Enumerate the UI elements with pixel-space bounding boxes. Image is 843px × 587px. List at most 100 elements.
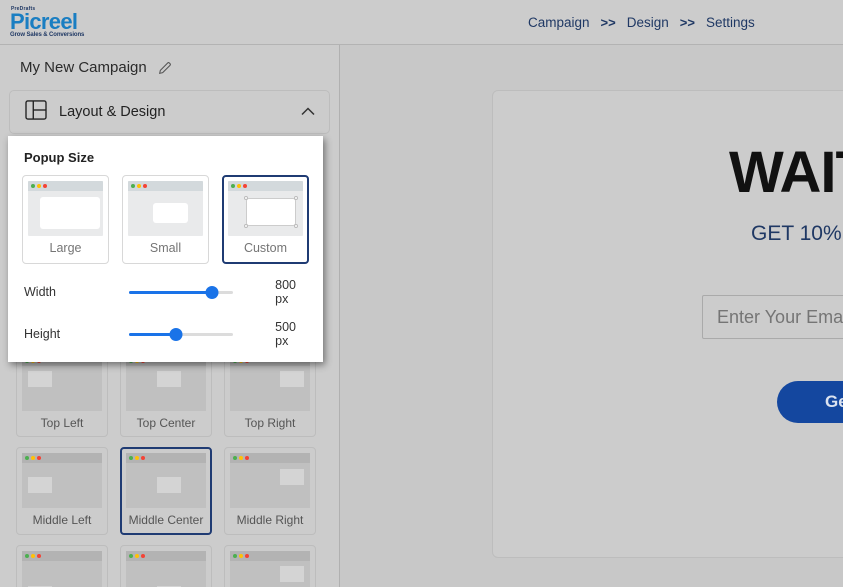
pencil-icon[interactable] [157, 60, 173, 76]
accordion-header[interactable]: Layout & Design [10, 91, 329, 133]
accordion-title: Layout & Design [59, 104, 166, 120]
get-offer-button[interactable]: Get Offer [777, 381, 843, 423]
mock-titlebar [28, 181, 103, 191]
dot-yellow-icon [135, 456, 139, 460]
width-value: 800 px [275, 278, 297, 306]
dot-red-icon [243, 184, 247, 188]
width-label: Width [24, 285, 56, 299]
top-bar: PreDrafts Picreel Grow Sales & Conversio… [0, 0, 843, 45]
dot-green-icon [233, 554, 237, 558]
size-thumbnail [28, 181, 103, 236]
dot-red-icon [141, 554, 145, 558]
dot-red-icon [245, 554, 249, 558]
dot-red-icon [37, 554, 41, 558]
mock-popup [40, 197, 100, 229]
position-thumbnail [230, 551, 310, 587]
popup-subheadline: GET 10% OFF [751, 222, 843, 245]
dot-yellow-icon [239, 456, 243, 460]
popup-size-label: Popup Size [24, 150, 95, 165]
popup-preview: WAIT! GET 10% OFF Get Offer [492, 90, 843, 558]
position-card-middle-left[interactable]: Middle Left [16, 447, 108, 535]
size-card-label: Large [49, 241, 82, 255]
slider-knob[interactable] [169, 327, 183, 341]
chevron-up-icon[interactable] [301, 103, 315, 121]
dot-yellow-icon [31, 456, 35, 460]
breadcrumb: Campaign >> Design >> Settings [528, 0, 755, 45]
email-field[interactable] [702, 295, 843, 339]
dot-green-icon [129, 456, 133, 460]
mock-titlebar [228, 181, 303, 191]
dot-red-icon [141, 456, 145, 460]
position-card-label: Top Right [244, 416, 296, 430]
preview-canvas: WAIT! GET 10% OFF Get Offer [341, 45, 843, 587]
position-thumbnail [230, 356, 310, 411]
dot-red-icon [37, 456, 41, 460]
breadcrumb-separator-1: >> [600, 15, 616, 30]
nav-item-campaign[interactable]: Campaign [528, 15, 590, 30]
dot-green-icon [31, 184, 35, 188]
position-card-label: Middle Right [236, 513, 304, 527]
position-thumbnail [126, 356, 206, 411]
position-card-top-center[interactable]: Top Center [120, 350, 212, 437]
mock-titlebar [126, 453, 206, 463]
page-title: My New Campaign [20, 59, 147, 76]
slider-fill [128, 290, 213, 294]
position-thumbnail [126, 453, 206, 508]
position-thumbnail [230, 453, 310, 508]
position-card-label: Top Left [40, 416, 84, 430]
position-thumbnail [22, 551, 102, 587]
dot-green-icon [25, 554, 29, 558]
mock-popup [157, 477, 181, 493]
layout-icon [25, 99, 47, 125]
position-thumbnail [22, 453, 102, 508]
logo-wordmark: Picreel [10, 8, 78, 34]
slider-knob[interactable] [205, 285, 219, 299]
dot-green-icon [129, 554, 133, 558]
position-card-top-right[interactable]: Top Right [224, 350, 316, 437]
nav-item-design[interactable]: Design [627, 15, 669, 30]
app-root: PreDrafts Picreel Grow Sales & Conversio… [0, 0, 843, 587]
popup-size-card-group: Large Small Custom [22, 175, 309, 264]
size-card-custom[interactable]: Custom [222, 175, 309, 264]
position-card-grid: Top Left Top Center Top Right Middle Lef… [0, 350, 330, 587]
size-card-small[interactable]: Small [122, 175, 209, 264]
dot-green-icon [25, 456, 29, 460]
mock-popup [280, 371, 304, 387]
position-card-bottom-center[interactable]: Bottom Center [120, 545, 212, 587]
position-card-label: Top Center [136, 416, 196, 430]
mock-titlebar [126, 551, 206, 561]
mock-popup [280, 469, 304, 485]
picreel-logo[interactable]: PreDrafts Picreel Grow Sales & Conversio… [10, 6, 100, 38]
dot-red-icon [245, 456, 249, 460]
position-card-bottom-right[interactable]: Bottom Right [224, 545, 316, 587]
height-value: 500 px [275, 320, 297, 348]
mock-titlebar [230, 453, 310, 463]
breadcrumb-separator-2: >> [679, 15, 695, 30]
mock-popup [28, 477, 52, 493]
dot-green-icon [131, 184, 135, 188]
position-card-bottom-left[interactable]: Bottom Left [16, 545, 108, 587]
size-card-large[interactable]: Large [22, 175, 109, 264]
position-card-middle-right[interactable]: Middle Right [224, 447, 316, 535]
position-card-label: Middle Left [32, 513, 92, 527]
position-card-middle-center[interactable]: Middle Center [120, 447, 212, 535]
dot-yellow-icon [37, 184, 41, 188]
position-card-top-left[interactable]: Top Left [16, 350, 108, 437]
size-thumbnail [228, 181, 303, 236]
resize-handle-icon[interactable] [294, 224, 298, 228]
mock-titlebar [22, 453, 102, 463]
resize-handle-icon[interactable] [294, 196, 298, 200]
nav-item-settings[interactable]: Settings [706, 15, 755, 30]
size-card-label: Custom [243, 241, 288, 255]
height-slider[interactable] [128, 327, 234, 341]
popup-size-panel: Popup Size Large Small Custom Width 800 … [8, 136, 323, 362]
popup-headline: WAIT! [729, 140, 843, 205]
resize-handle-icon[interactable] [244, 224, 248, 228]
resize-handle-icon[interactable] [244, 196, 248, 200]
position-card-label: Middle Center [128, 513, 204, 527]
dot-green-icon [231, 184, 235, 188]
campaign-title-row: My New Campaign [0, 45, 339, 90]
accordion-layout-design[interactable]: Layout & Design [9, 90, 330, 134]
width-slider[interactable] [128, 285, 234, 299]
mock-titlebar [22, 551, 102, 561]
